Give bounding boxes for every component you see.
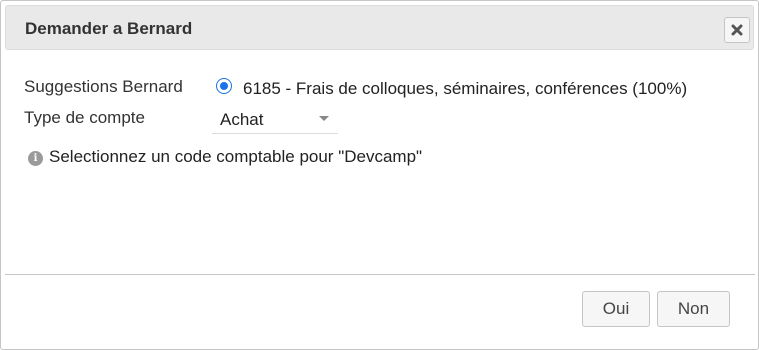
yes-button[interactable]: Oui bbox=[582, 291, 650, 327]
account-type-label: Type de compte bbox=[24, 108, 145, 127]
footer-divider bbox=[5, 274, 755, 275]
close-button[interactable] bbox=[724, 17, 750, 43]
chevron-down-icon bbox=[319, 116, 329, 121]
info-message: Selectionnez un code comptable pour "Dev… bbox=[49, 147, 423, 166]
no-button[interactable]: Non bbox=[657, 291, 730, 327]
dialog-title: Demander a Bernard bbox=[25, 19, 193, 38]
info-icon: i bbox=[28, 151, 43, 166]
account-type-select[interactable]: Achat bbox=[212, 104, 338, 134]
suggestion-option-label[interactable]: 6185 - Frais de colloques, séminaires, c… bbox=[243, 79, 687, 99]
account-type-value: Achat bbox=[220, 110, 264, 129]
ask-bernard-dialog: Demander a Bernard Suggestions Bernard 6… bbox=[0, 0, 759, 350]
suggestions-label: Suggestions Bernard bbox=[24, 77, 183, 96]
suggestion-radio[interactable] bbox=[216, 78, 232, 94]
close-icon bbox=[731, 24, 743, 36]
dialog-titlebar[interactable]: Demander a Bernard bbox=[5, 5, 754, 50]
